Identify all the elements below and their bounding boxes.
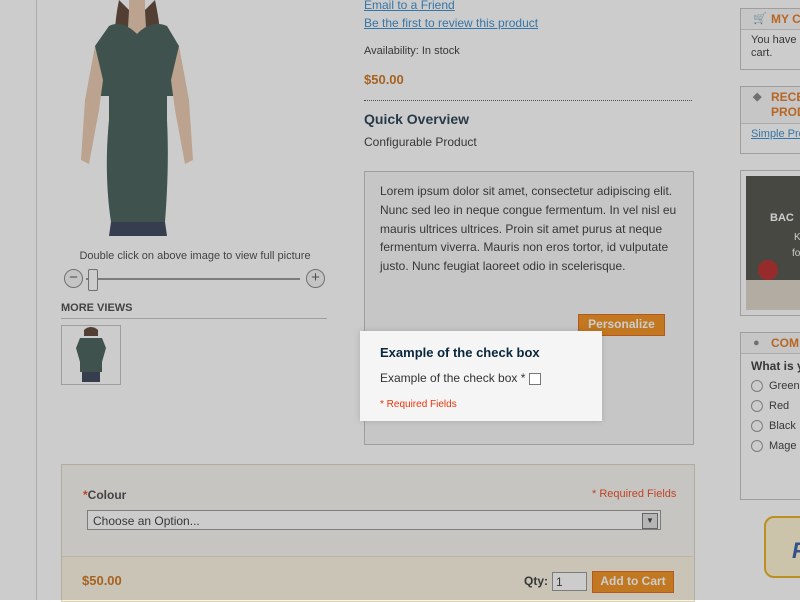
colour-label-text: Colour [87, 488, 127, 502]
promo-banner[interactable]: BAC K fo [740, 170, 800, 316]
my-cart-text-2: cart. [751, 47, 773, 59]
review-link[interactable]: Be the first to review this product [364, 16, 538, 30]
radio-button[interactable] [751, 420, 763, 433]
recent-product-link[interactable]: Simple Pro [751, 128, 800, 140]
books-graphic [746, 280, 800, 310]
banner-text-2: K [794, 232, 800, 243]
example-checkbox[interactable] [529, 372, 542, 385]
poll-option-label: Mage [769, 440, 797, 453]
qty-label: Qty: [524, 574, 548, 588]
popup-title: Example of the check box [380, 345, 540, 360]
quick-overview-text: Configurable Product [364, 135, 477, 149]
my-cart-title: 🛒 MY C [741, 9, 800, 30]
my-cart-text: You have cart. [741, 30, 800, 64]
qty-input[interactable]: 1 [552, 572, 587, 591]
popup-checkbox-label: Example of the check box * [380, 371, 526, 385]
popup-required-note: * Required Fields [380, 399, 457, 410]
poll-block: ● COM What is y Green Red Black Mage [740, 332, 800, 500]
checkbox-popup: Example of the check box Example of the … [360, 331, 602, 421]
recent-products-list: Simple Pro [741, 124, 800, 145]
recent-title-2: PROD [771, 105, 800, 119]
poll-option-label: Green [769, 380, 800, 392]
zoom-slider[interactable]: − + [64, 269, 326, 291]
product-price: $50.00 [364, 72, 404, 87]
page: Double click on above image to view full… [0, 0, 800, 602]
radio-button[interactable] [751, 440, 763, 453]
apple-icon [758, 260, 778, 280]
thumbnail[interactable] [61, 325, 121, 385]
poll-option-label: Black [769, 420, 796, 433]
banner-text-3: fo [792, 248, 800, 259]
my-cart-title-text: MY C [771, 12, 800, 26]
quick-overview-title: Quick Overview [364, 111, 470, 127]
recent-products-block: ◆ RECE PROD Simple Pro [740, 86, 800, 154]
poll-option[interactable]: Black [741, 416, 800, 436]
recent-title-1: RECE [771, 90, 800, 104]
recent-products-title: ◆ RECE PROD [741, 87, 800, 124]
colour-label: *Colour [83, 488, 126, 502]
email-friend-link[interactable]: Email to a Friend [364, 0, 455, 12]
zoom-track[interactable] [86, 278, 300, 280]
product-image[interactable] [71, 0, 203, 236]
popup-checkbox-row: Example of the check box * [380, 371, 542, 385]
poll-option[interactable]: Red [741, 396, 800, 416]
poll-title-text: COM [771, 336, 799, 350]
availability-text: Availability: In stock [364, 45, 460, 57]
required-fields-note: * Required Fields [592, 488, 677, 500]
thumbnail-image [76, 327, 106, 382]
product-description: Lorem ipsum dolor sit amet, consectetur … [380, 184, 677, 274]
zoom-out-icon[interactable]: − [64, 269, 83, 288]
add-to-cart-button[interactable]: Add to Cart [592, 571, 674, 593]
colour-select[interactable]: Choose an Option... ▼ [87, 510, 661, 530]
tag-icon: ◆ [753, 91, 762, 103]
radio-button[interactable] [751, 400, 763, 413]
my-cart-block: 🛒 MY C You have cart. [740, 8, 800, 70]
zoom-in-icon[interactable]: + [306, 269, 325, 288]
colour-select-value: Choose an Option... [93, 514, 200, 528]
promo-badge-text: F [792, 538, 800, 564]
divider [364, 100, 692, 101]
chevron-down-icon[interactable]: ▼ [642, 513, 658, 529]
zoom-handle[interactable] [88, 269, 98, 291]
poll-option[interactable]: Green [741, 376, 800, 396]
radio-button[interactable] [751, 380, 763, 393]
poll-icon: ● [753, 337, 760, 349]
promo-badge[interactable]: F [764, 516, 800, 578]
cart-icon: 🛒 [753, 13, 767, 25]
cart-price: $50.00 [82, 573, 122, 588]
poll-option-label: Red [769, 400, 790, 413]
poll-title: ● COM [741, 333, 800, 354]
more-views-heading: MORE VIEWS [61, 302, 327, 319]
page-margin [0, 0, 36, 600]
poll-question: What is y [751, 359, 800, 373]
banner-text-1: BAC [770, 212, 794, 224]
poll-option[interactable]: Mage [741, 436, 800, 456]
my-cart-text-1: You have [751, 34, 797, 46]
promo-banner-image: BAC K fo [746, 176, 800, 310]
zoom-hint: Double click on above image to view full… [79, 250, 311, 262]
